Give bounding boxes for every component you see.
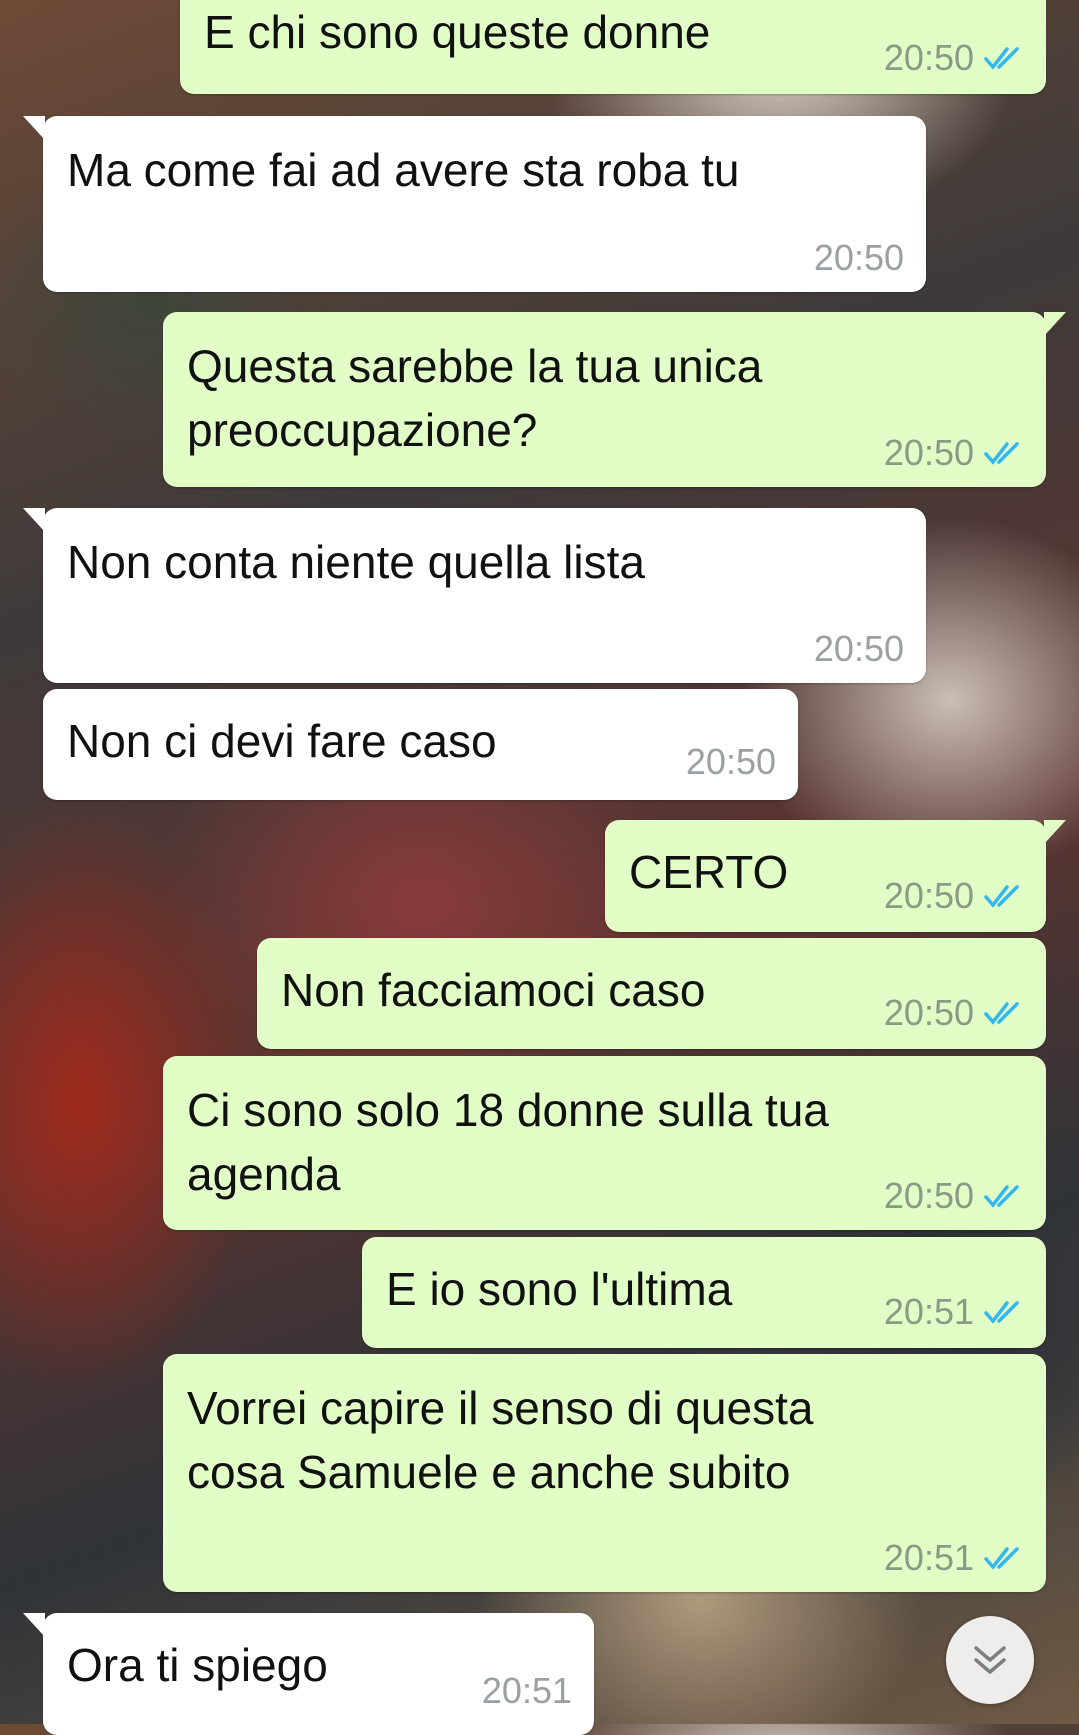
scroll-to-bottom-button[interactable] (946, 1616, 1034, 1704)
message-text: Ci sono solo 18 donne sulla tua agenda (187, 1084, 829, 1200)
message-meta: 20:51 (884, 1292, 1024, 1332)
message-time: 20:50 (883, 992, 974, 1033)
message-meta: 20:50 (814, 629, 904, 669)
message-bubble-outgoing[interactable]: Vorrei capire il senso di questa cosa Sa… (163, 1354, 1046, 1592)
message-bubble-incoming[interactable]: Non ci devi fare caso 20:50 (43, 689, 798, 800)
message-meta: 20:50 (884, 876, 1024, 916)
double-check-read-icon (984, 47, 1019, 70)
message-text: Non conta niente quella lista (67, 536, 645, 588)
message-time: 20:50 (883, 432, 974, 473)
message-time: 20:51 (481, 1670, 572, 1711)
message-time: 20:50 (883, 1175, 974, 1216)
message-text: Questa sarebbe la tua unica preoccupazio… (187, 340, 763, 456)
message-time: 20:50 (883, 875, 974, 916)
message-bubble-outgoing[interactable]: E chi sono queste donne 20:50 (180, 0, 1046, 94)
message-bubble-outgoing[interactable]: Ci sono solo 18 donne sulla tua agenda 2… (163, 1056, 1046, 1230)
double-check-read-icon (984, 885, 1019, 908)
message-bubble-incoming[interactable]: Non conta niente quella lista 20:50 (23, 508, 926, 683)
bubble-tail (23, 508, 45, 532)
message-meta: 20:50 (884, 1176, 1024, 1216)
message-meta: 20:50 (884, 433, 1024, 473)
bubble-tail (1044, 820, 1066, 844)
message-text: CERTO (629, 846, 789, 898)
double-check-read-icon (984, 1185, 1019, 1208)
double-chevron-down-icon (974, 1646, 1006, 1674)
message-time: 20:50 (685, 741, 776, 782)
double-check-read-icon (984, 1301, 1019, 1324)
message-text: Vorrei capire il senso di questa cosa Sa… (187, 1382, 814, 1498)
double-check-read-icon (984, 442, 1019, 465)
message-time: 20:50 (813, 237, 904, 278)
message-bubble-outgoing[interactable]: Non facciamoci caso 20:50 (257, 938, 1046, 1049)
message-text: Non facciamoci caso (281, 964, 706, 1016)
message-text: E chi sono queste donne (204, 6, 711, 58)
double-check-read-icon (984, 1002, 1019, 1025)
message-meta: 20:50 (814, 238, 904, 278)
message-meta: 20:50 (884, 38, 1024, 78)
message-time: 20:51 (883, 1537, 974, 1578)
message-bubble-outgoing[interactable]: CERTO 20:50 (605, 820, 1066, 932)
bubble-tail (23, 116, 45, 140)
message-meta: 20:51 (884, 1538, 1024, 1578)
message-time: 20:50 (883, 37, 974, 78)
bubble-tail (1044, 312, 1066, 336)
message-text: Ora ti spiego (67, 1639, 328, 1691)
message-time: 20:51 (883, 1291, 974, 1332)
message-bubble-incoming[interactable]: Ma come fai ad avere sta roba tu 20:50 (23, 116, 926, 292)
message-meta: 20:50 (884, 993, 1024, 1033)
message-bubble-incoming[interactable]: Ora ti spiego 20:51 (23, 1613, 594, 1735)
message-meta: 20:50 (686, 742, 776, 782)
message-meta: 20:51 (482, 1671, 572, 1711)
message-bubble-outgoing[interactable]: E io sono l'ultima 20:51 (362, 1237, 1046, 1348)
message-time: 20:50 (813, 628, 904, 669)
message-text: E io sono l'ultima (386, 1263, 733, 1315)
message-bubble-outgoing[interactable]: Questa sarebbe la tua unica preoccupazio… (163, 312, 1066, 487)
double-check-read-icon (984, 1547, 1019, 1570)
bubble-tail (23, 1613, 45, 1637)
message-text: Ma come fai ad avere sta roba tu (67, 144, 740, 196)
message-text: Non ci devi fare caso (67, 715, 497, 767)
